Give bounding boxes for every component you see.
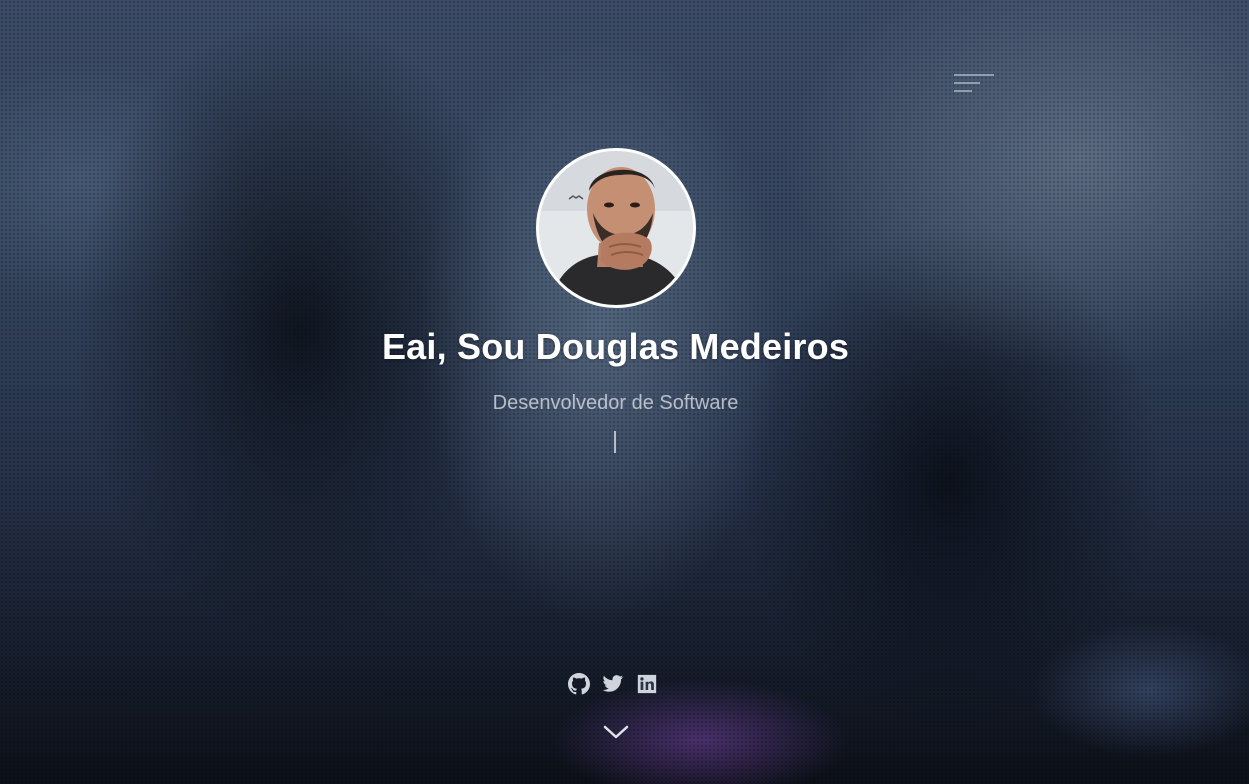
hamburger-menu-icon[interactable]	[952, 70, 996, 96]
linkedin-icon[interactable]	[636, 673, 658, 695]
avatar-photo	[539, 151, 693, 305]
menu-bar-middle	[954, 82, 980, 84]
github-icon[interactable]	[568, 673, 590, 695]
chevron-down-icon[interactable]	[602, 722, 630, 742]
typing-cursor	[614, 431, 616, 453]
hero-section: Eai, Sou Douglas Medeiros Desenvolvedor …	[0, 0, 1249, 784]
menu-bar-bottom	[954, 90, 972, 92]
social-links	[568, 673, 668, 697]
twitter-icon[interactable]	[602, 673, 624, 695]
page-subtitle: Desenvolvedor de Software	[492, 392, 739, 414]
avatar	[536, 148, 696, 308]
page-title: Eai, Sou Douglas Medeiros	[381, 326, 850, 367]
menu-bar-top	[954, 74, 994, 76]
